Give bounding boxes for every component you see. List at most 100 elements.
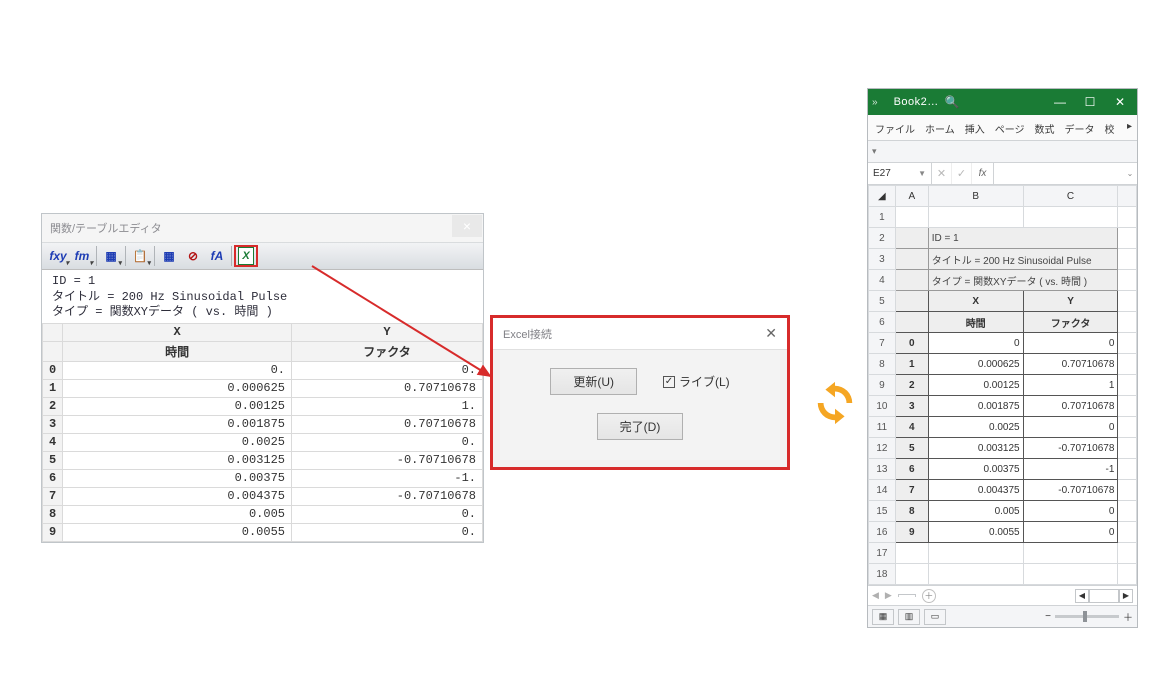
cell[interactable]: [1118, 354, 1137, 375]
table-row[interactable]: 90.00550.: [43, 523, 483, 541]
cell[interactable]: [895, 249, 928, 270]
cell[interactable]: [1118, 333, 1137, 354]
x-cell[interactable]: 0.00375: [928, 459, 1023, 480]
worksheet[interactable]: ◢ A B C 1 2 ID = 1 3 タイトル = 200 Hz Sinus…: [868, 185, 1137, 585]
view-pagebreak-icon[interactable]: ▭: [924, 609, 946, 625]
fn-a-icon[interactable]: fA: [205, 245, 229, 267]
x-cell[interactable]: 0.001875: [928, 396, 1023, 417]
row-header[interactable]: 2: [869, 228, 896, 249]
row-index[interactable]: 9: [43, 523, 63, 541]
cell[interactable]: [1118, 543, 1137, 564]
hdr-y[interactable]: Y: [1023, 291, 1118, 312]
table-row[interactable]: 1140.00250: [869, 417, 1137, 438]
table-row[interactable]: 30.0018750.70710678: [43, 415, 483, 433]
cell[interactable]: [1118, 480, 1137, 501]
y-cell[interactable]: 0: [1023, 501, 1118, 522]
row-header[interactable]: 12: [869, 438, 896, 459]
sheet-tab[interactable]: [898, 594, 916, 597]
cell[interactable]: [895, 543, 928, 564]
y-cell[interactable]: -1.: [292, 469, 483, 487]
x-cell[interactable]: 0.005: [63, 505, 292, 523]
cell[interactable]: [895, 564, 928, 585]
row-header[interactable]: 8: [869, 354, 896, 375]
x-cell[interactable]: 0.0025: [63, 433, 292, 451]
y-cell[interactable]: -0.70710678: [292, 451, 483, 469]
cell[interactable]: [1118, 564, 1137, 585]
excel-connect-icon[interactable]: X: [234, 245, 258, 267]
x-cell[interactable]: 0.: [63, 361, 292, 379]
view-normal-icon[interactable]: ▦: [872, 609, 894, 625]
x-cell[interactable]: 0.00125: [63, 397, 292, 415]
idx-cell[interactable]: 7: [895, 480, 928, 501]
update-button[interactable]: 更新(U): [550, 368, 637, 395]
paste-icon[interactable]: 📋▾: [128, 245, 152, 267]
idx-cell[interactable]: 2: [895, 375, 928, 396]
row-header[interactable]: 15: [869, 501, 896, 522]
y-cell[interactable]: 0.: [292, 505, 483, 523]
row-header[interactable]: 14: [869, 480, 896, 501]
y-cell[interactable]: -0.70710678: [1023, 480, 1118, 501]
x-cell[interactable]: 0.000625: [928, 354, 1023, 375]
close-icon[interactable]: ✕: [1105, 89, 1135, 115]
info-title[interactable]: タイトル = 200 Hz Sinusoidal Pulse: [928, 249, 1118, 270]
editor-table[interactable]: X Y 時間 ファクタ 00.0.10.0006250.7071067820.0…: [42, 323, 483, 542]
row-index[interactable]: 6: [43, 469, 63, 487]
table-row[interactable]: 1690.00550: [869, 522, 1137, 543]
cell[interactable]: [928, 543, 1023, 564]
table-row[interactable]: 20.001251.: [43, 397, 483, 415]
x-cell[interactable]: 0: [928, 333, 1023, 354]
table-icon[interactable]: ▦▾: [99, 245, 123, 267]
table-row[interactable]: 70.004375-0.70710678: [43, 487, 483, 505]
info-id[interactable]: ID = 1: [928, 228, 1118, 249]
sheet-nav-next-icon[interactable]: ▶: [885, 590, 892, 601]
row-index[interactable]: 0: [43, 361, 63, 379]
y-cell[interactable]: 0.70710678: [1023, 396, 1118, 417]
y-cell[interactable]: 1: [1023, 375, 1118, 396]
cell[interactable]: [1118, 501, 1137, 522]
select-all-corner[interactable]: ◢: [869, 186, 896, 207]
nav-prev-icon[interactable]: »: [872, 97, 878, 108]
table-row[interactable]: 1470.004375-0.70710678: [869, 480, 1137, 501]
table-row[interactable]: 40.00250.: [43, 433, 483, 451]
cell[interactable]: [1118, 396, 1137, 417]
y-cell[interactable]: 0.: [292, 361, 483, 379]
table-row[interactable]: 1250.003125-0.70710678: [869, 438, 1137, 459]
tab-formula[interactable]: 数式: [1030, 117, 1060, 140]
row-header[interactable]: 18: [869, 564, 896, 585]
y-cell[interactable]: -1: [1023, 459, 1118, 480]
row-header[interactable]: 3: [869, 249, 896, 270]
row-header[interactable]: 5: [869, 291, 896, 312]
table-row[interactable]: 1360.00375-1: [869, 459, 1137, 480]
y-cell[interactable]: 0: [1023, 522, 1118, 543]
x-cell[interactable]: 0.0025: [928, 417, 1023, 438]
row-header[interactable]: 10: [869, 396, 896, 417]
col-header-blank[interactable]: [1118, 186, 1137, 207]
fn-m-icon[interactable]: fm▾: [70, 245, 94, 267]
idx-cell[interactable]: 8: [895, 501, 928, 522]
col-y-subheader[interactable]: ファクタ: [292, 341, 483, 361]
row-header[interactable]: 1: [869, 207, 896, 228]
y-cell[interactable]: 0: [1023, 333, 1118, 354]
y-cell[interactable]: -0.70710678: [1023, 438, 1118, 459]
minimize-icon[interactable]: —: [1045, 89, 1075, 115]
delete-icon[interactable]: ⊘: [181, 245, 205, 267]
cell[interactable]: [1023, 564, 1118, 585]
x-cell[interactable]: 0.000625: [63, 379, 292, 397]
info-type[interactable]: タイプ = 関数XYデータ ( vs. 時間 ): [928, 270, 1118, 291]
idx-cell[interactable]: 9: [895, 522, 928, 543]
formula-expand-icon[interactable]: ⌄: [1123, 163, 1137, 184]
sub-x[interactable]: 時間: [928, 312, 1023, 333]
cell[interactable]: [895, 270, 928, 291]
name-box[interactable]: E27 ▼: [868, 163, 932, 184]
sheet-nav-prev-icon[interactable]: ◀: [872, 590, 879, 601]
editor-titlebar[interactable]: 関数/テーブルエディタ ×: [42, 214, 483, 243]
close-icon[interactable]: ×: [452, 215, 482, 237]
fx-cancel-icon[interactable]: ✕: [932, 163, 952, 184]
formula-input[interactable]: [994, 163, 1123, 184]
col-y-header[interactable]: Y: [292, 323, 483, 341]
row-index[interactable]: 4: [43, 433, 63, 451]
row-header[interactable]: 13: [869, 459, 896, 480]
row-header[interactable]: 16: [869, 522, 896, 543]
row-header[interactable]: 4: [869, 270, 896, 291]
table-row[interactable]: 920.001251: [869, 375, 1137, 396]
